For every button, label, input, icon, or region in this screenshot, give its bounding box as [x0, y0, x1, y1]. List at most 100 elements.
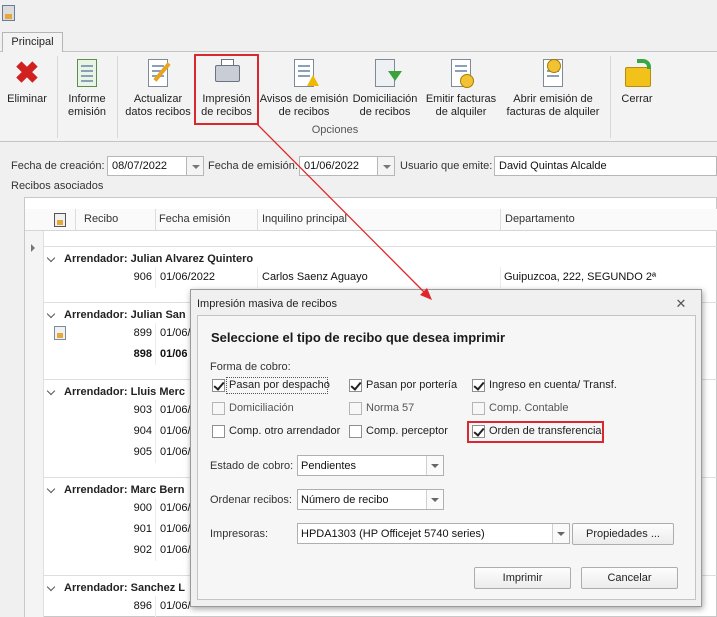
checkbox-label: Comp. Contable — [489, 402, 569, 414]
informe-emision-button[interactable]: Informe emisión — [62, 56, 112, 124]
domiciliacion-label: Domiciliación de recibos — [352, 93, 418, 118]
checkbox-label: Ingreso en cuenta/ Transf. — [489, 379, 617, 391]
current-row-arrow-icon — [31, 244, 35, 252]
grid-header — [25, 209, 717, 231]
emitir-label: Emitir facturas de alquiler — [425, 93, 497, 118]
download-document-icon — [371, 59, 402, 89]
orden-transferencia-highlight — [467, 421, 604, 443]
fecha-creacion-field[interactable]: 08/07/2022 — [107, 156, 187, 176]
checkbox-label: Domiciliación — [229, 402, 294, 414]
eliminar-button[interactable]: ✖ Eliminar — [6, 56, 48, 124]
focus-indicator — [226, 377, 328, 394]
fecha-creacion-dropdown[interactable] — [186, 156, 204, 176]
tab-principal[interactable]: Principal — [2, 32, 63, 52]
cell-fecha: 01/06/2022 — [160, 271, 216, 283]
domiciliacion-button[interactable]: Domiciliación de recibos — [352, 56, 418, 124]
ribbon-group-label: Opciones — [311, 124, 359, 136]
chevron-down-icon[interactable] — [552, 524, 569, 543]
emitir-facturas-button[interactable]: Emitir facturas de alquiler — [422, 56, 500, 124]
actualizar-datos-button[interactable]: Actualizar datos recibos — [122, 56, 194, 124]
cell-recibo: 898 — [133, 348, 152, 360]
cell-fecha: 01/06/ — [160, 425, 191, 437]
eliminar-label: Eliminar — [7, 93, 47, 105]
delete-x-icon: ✖ — [14, 57, 40, 90]
grid-header-icon — [54, 213, 66, 227]
cell-fecha: 01/06/ — [160, 502, 191, 514]
ribbon-separator — [117, 56, 118, 138]
checkbox[interactable] — [472, 379, 485, 392]
checkbox-label: Comp. otro arrendador — [229, 425, 341, 437]
col-inquilino[interactable]: Inquilino principal — [262, 213, 347, 225]
impresoras-label: Impresoras: — [210, 528, 269, 540]
usuario-field[interactable]: David Quintas Alcalde — [494, 156, 717, 176]
dialog-panel — [197, 315, 696, 600]
fecha-emision-dropdown[interactable] — [377, 156, 395, 176]
print-button-highlight — [194, 54, 259, 125]
estado-cobro-label: Estado de cobro: — [210, 460, 294, 472]
open-invoice-icon — [539, 59, 567, 89]
col-fecha-emision[interactable]: Fecha emisión — [159, 213, 231, 225]
checkbox[interactable] — [349, 425, 362, 438]
fecha-emision-label: Fecha de emisión: — [208, 160, 298, 172]
usuario-label: Usuario que emite: — [400, 160, 493, 172]
checkbox-label: Norma 57 — [366, 402, 415, 414]
avisos-label: Avisos de emisión de recibos — [259, 93, 349, 118]
ribbon-separator — [57, 56, 58, 138]
grid-col-divider — [500, 209, 501, 231]
cerrar-button[interactable]: Cerrar — [615, 56, 659, 124]
grid-col-divider — [155, 209, 156, 231]
ordenar-recibos-label: Ordenar recibos: — [210, 494, 292, 506]
grid-col-divider — [75, 209, 76, 231]
checkbox[interactable] — [472, 402, 485, 415]
ribbon-separator — [610, 56, 611, 138]
impresion-dialog: Impresión masiva de recibos ✕ Seleccione… — [190, 289, 702, 607]
cell-recibo: 906 — [133, 271, 152, 283]
propiedades-button[interactable]: Propiedades ... — [572, 523, 674, 545]
cell-fecha: 01/06 — [160, 348, 188, 360]
cell-inquilino: Carlos Saenz Aguayo — [262, 271, 368, 283]
close-icon[interactable]: ✕ — [673, 296, 689, 312]
notice-document-icon — [290, 59, 319, 89]
col-recibo[interactable]: Recibo — [84, 213, 118, 225]
checkbox-label: Comp. perceptor — [366, 425, 448, 437]
col-departamento[interactable]: Departamento — [505, 213, 575, 225]
group-label: Arrendador: Marc Bern — [64, 484, 185, 496]
table-row[interactable]: 906 01/06/2022 Carlos Saenz Aguayo Guipuzco… — [44, 267, 717, 288]
checkbox[interactable] — [212, 379, 225, 392]
checkbox[interactable] — [212, 425, 225, 438]
chevron-down-icon[interactable] — [46, 484, 56, 494]
checkbox[interactable] — [349, 379, 362, 392]
chevron-down-icon[interactable] — [46, 582, 56, 592]
estado-cobro-select[interactable]: Pendientes — [297, 455, 444, 476]
impresoras-select[interactable]: HPDA1303 (HP Officejet 5740 series) — [297, 523, 570, 544]
checkbox[interactable] — [349, 402, 362, 415]
cancelar-button[interactable]: Cancelar — [581, 567, 678, 589]
checkbox-label: Pasan por portería — [366, 379, 458, 391]
cerrar-label: Cerrar — [621, 93, 653, 105]
group-label: Arrendador: Sanchez L — [64, 582, 186, 594]
cell-recibo: 901 — [133, 523, 152, 535]
chevron-down-icon[interactable] — [426, 456, 443, 475]
avisos-emision-button[interactable]: Avisos de emisión de recibos — [259, 56, 349, 124]
fecha-creacion-label: Fecha de creación: — [11, 160, 105, 172]
cell-fecha: 01/06/ — [160, 523, 191, 535]
cell-recibo: 904 — [133, 425, 152, 437]
informe-label: Informe emisión — [68, 93, 106, 118]
report-icon — [73, 59, 101, 89]
abrir-label: Abrir emisión de facturas de alquiler — [506, 93, 600, 118]
abrir-emision-button[interactable]: Abrir emisión de facturas de alquiler — [503, 56, 603, 124]
ordenar-recibos-select[interactable]: Número de recibo — [297, 489, 444, 510]
cell-recibo: 902 — [133, 544, 152, 556]
chevron-down-icon[interactable] — [46, 309, 56, 319]
row-indicator-column — [25, 231, 44, 617]
fecha-emision-field[interactable]: 01/06/2022 — [299, 156, 378, 176]
edit-document-icon — [144, 59, 172, 89]
cell-recibo: 896 — [133, 600, 152, 612]
chevron-down-icon[interactable] — [426, 490, 443, 509]
chevron-down-icon[interactable] — [46, 253, 56, 263]
imprimir-button[interactable]: Imprimir — [474, 567, 571, 589]
checkbox[interactable] — [212, 402, 225, 415]
chevron-down-icon[interactable] — [46, 386, 56, 396]
group-label: Arrendador: Julian Alvarez Quintero — [64, 253, 254, 265]
group-label: Arrendador: Julian San — [64, 309, 186, 321]
